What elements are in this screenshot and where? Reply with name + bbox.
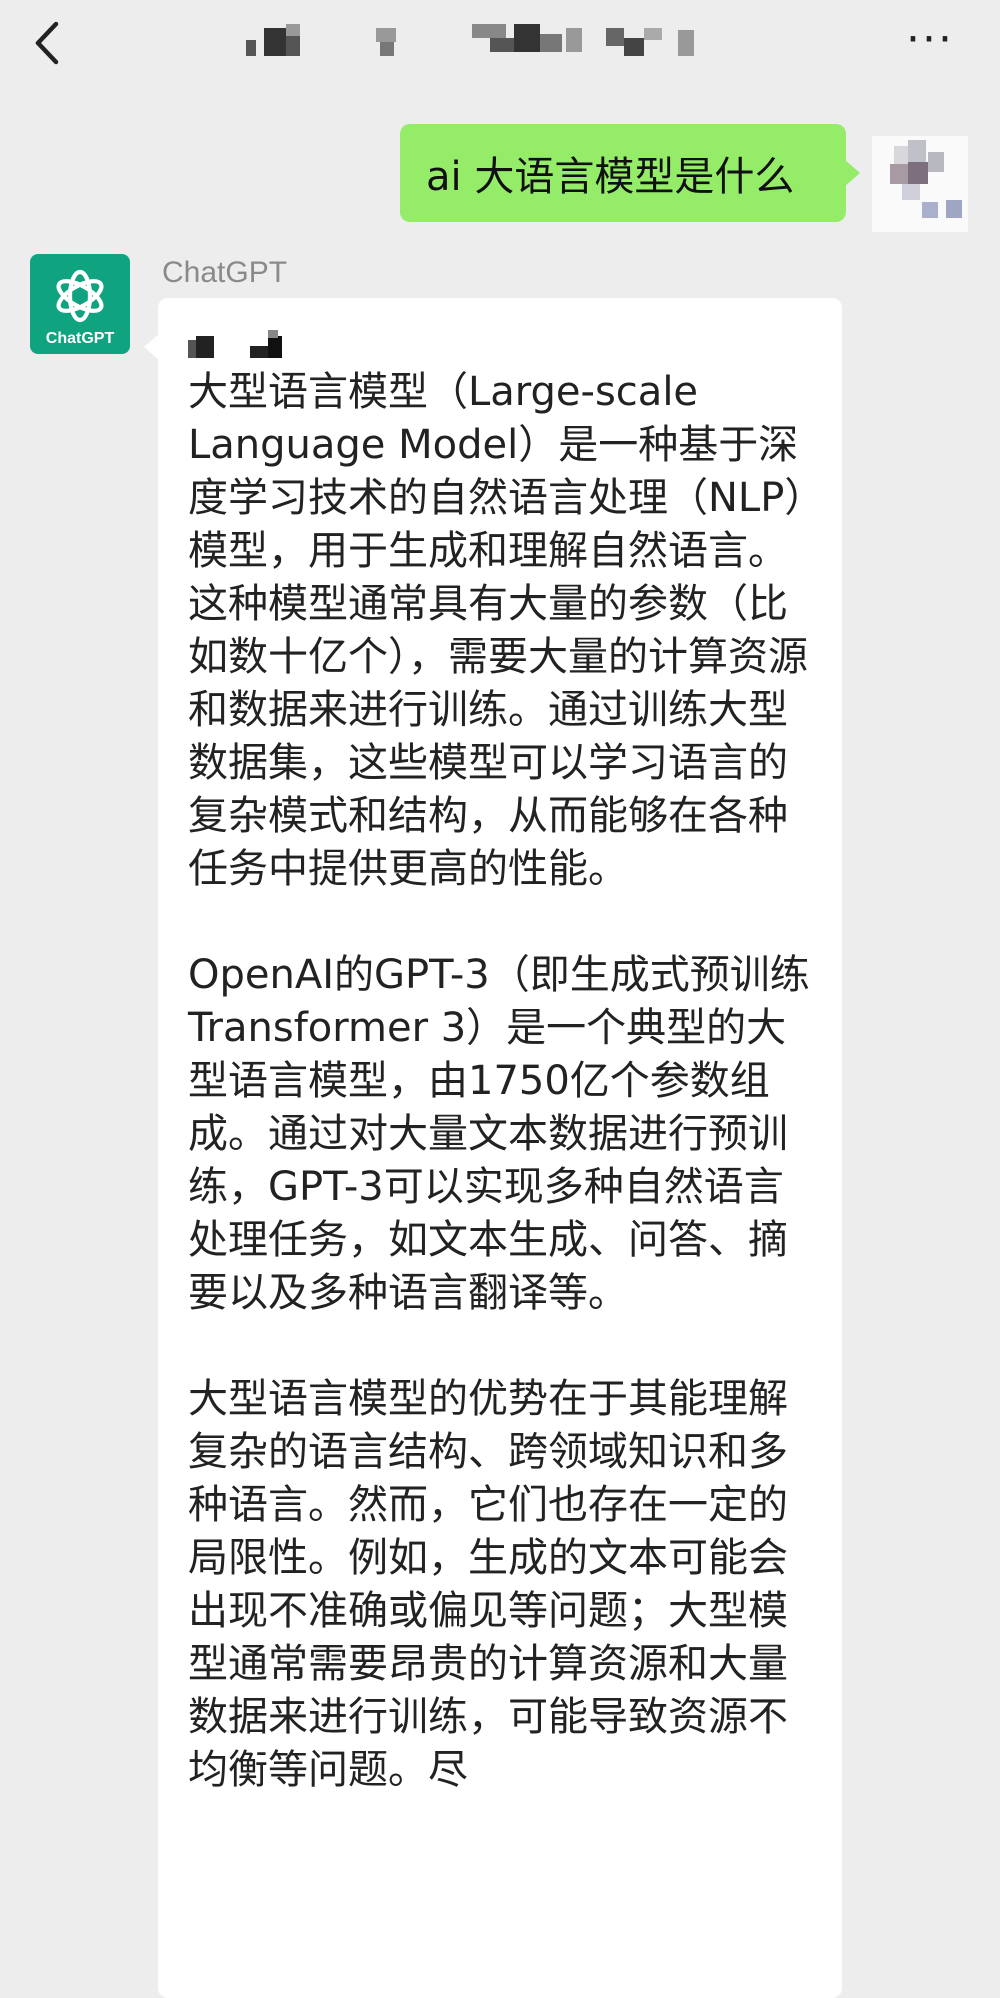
bot-message-bubble[interactable]: 大型语言模型（Large-scale Language Model）是一种基于深… bbox=[144, 298, 842, 1998]
user-message-bubble[interactable]: ai 大语言模型是什么 bbox=[400, 124, 860, 222]
user-avatar[interactable] bbox=[872, 136, 968, 232]
sender-name: ChatGPT bbox=[162, 256, 288, 289]
obscured-text bbox=[188, 324, 816, 366]
top-bar: ··· bbox=[0, 0, 1000, 88]
chat-title-obscured bbox=[246, 24, 710, 68]
bot-paragraph: 大型语言模型的优势在于其能理解复杂的语言结构、跨领域知识和多种语言。然而，它们也… bbox=[188, 1376, 788, 1793]
chatgpt-avatar[interactable]: ChatGPT bbox=[30, 254, 130, 354]
avatar-brand-text: ChatGPT bbox=[45, 330, 115, 347]
bot-paragraph: OpenAI的GPT-3（即生成式预训练Transformer 3）是一个典型的… bbox=[188, 952, 810, 1316]
back-button[interactable] bbox=[28, 18, 68, 68]
user-message-text: ai 大语言模型是什么 bbox=[426, 154, 795, 200]
more-options-button[interactable]: ··· bbox=[900, 18, 960, 62]
chevron-left-icon bbox=[35, 21, 59, 65]
ellipsis-icon: ··· bbox=[906, 14, 954, 65]
bot-paragraph: 大型语言模型（Large-scale Language Model）是一种基于深… bbox=[188, 369, 808, 892]
